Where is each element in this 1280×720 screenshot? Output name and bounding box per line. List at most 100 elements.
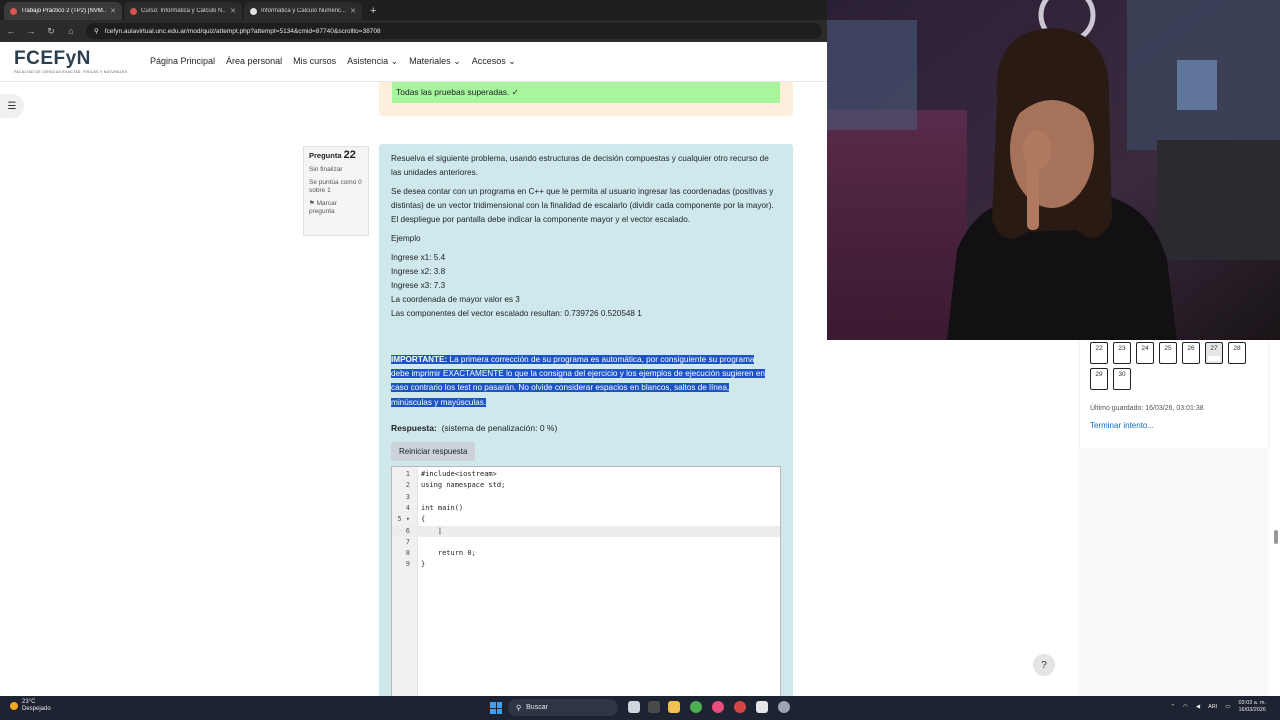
tab-label: Informática y Cálculo Numéric... [261,8,347,14]
back-icon[interactable]: ← [6,26,16,36]
line-number: 7 [405,537,410,546]
reset-answer-button[interactable]: Reiniciar respuesta [391,442,476,461]
weather-temp: 23°C [22,699,36,705]
important-notice: IMPORTANTE: La primera corrección de su … [391,353,769,410]
settings-icon[interactable] [778,701,790,713]
code-line[interactable]: 2 using namespace std; [392,480,780,491]
globe-favicon-icon [250,7,257,15]
line-number: 9 [405,560,410,569]
moodle-favicon-icon [130,7,137,15]
quiz-nav-button-26[interactable]: 26 [1182,342,1200,364]
chevron-up-icon[interactable]: ⌃ [1170,704,1175,710]
task-view-icon[interactable] [628,701,640,713]
new-tab-icon[interactable]: + [370,5,376,17]
clock[interactable]: 03:03 a. m. 16/03/2026 [1238,700,1266,714]
flag-question-link[interactable]: ⚑ Marcar pregunta [309,200,363,216]
wifi-icon[interactable]: ◠ [1183,704,1188,710]
code-line[interactable]: 9} [392,559,780,570]
webcam-image [827,0,1280,340]
code-line[interactable]: 8 return 0; [392,548,780,559]
finish-attempt-link[interactable]: Terminar intento... [1090,421,1154,430]
code-line[interactable]: 4 int main() [392,503,780,514]
close-icon[interactable]: ✕ [230,7,236,15]
weather-widget[interactable]: 23°C Despejado [10,699,51,713]
clock-time: 03:03 a. m. [1238,700,1266,706]
quiz-nav-button-28[interactable]: 28 [1228,342,1246,364]
tab-label: Trabajo Práctico 2 (TP2) [NVM... [21,8,107,14]
nav-pagina-principal[interactable]: Página Principal [150,56,215,67]
taskbar-search-label: Buscar [526,704,548,711]
close-icon[interactable]: ✕ [350,7,356,15]
code-text: return 0; [421,549,476,558]
url-bar[interactable]: ⚲ fcefyn.aulavirtual.unc.edu.ar/mod/quiz… [86,23,822,39]
example-line: Ingrese x3: 7.3 [391,281,446,290]
nav-area-personal[interactable]: Área personal [226,56,282,67]
question-info: Pregunta 22 Sin finalizar Se puntúa como… [303,146,369,236]
code-text: using namespace std; [421,481,506,490]
language-indicator[interactable]: ARI [1208,704,1217,710]
battery-icon[interactable]: ▭ [1225,704,1230,710]
important-label: IMPORTANTE: [391,355,448,364]
code-text: { [421,515,426,524]
os-taskbar: 23°C Despejado ⚲ Buscar ⌃ ◠ ◀ ARI ▭ 03:0… [0,696,1280,720]
app-icon[interactable] [712,701,724,713]
chrome-icon[interactable] [690,701,702,713]
example-line: Las componentes del vector escalado resu… [391,309,642,318]
reload-icon[interactable]: ↻ [46,26,56,37]
example-line: Ingrese x1: 5.4 [391,253,446,262]
app-icon[interactable] [734,701,746,713]
code-line[interactable]: 6 | [392,525,780,537]
quiz-nav-button-29[interactable]: 29 [1090,368,1108,390]
browser-tab-informatica[interactable]: Informática y Cálculo Numéric... ✕ [244,2,362,20]
line-number: 2 [405,481,410,490]
code-line[interactable]: 3 [392,492,780,503]
nav-asistencia[interactable]: Asistencia ⌄ [347,56,398,67]
penalty-text: (sistema de penalización: 0 %) [441,423,558,433]
quiz-nav-button-30[interactable]: 30 [1113,368,1131,390]
code-line[interactable]: 7 [392,537,780,548]
example-title: Ejemplo [391,234,421,243]
example-line: Ingrese x2: 3.8 [391,267,446,276]
taskbar-search[interactable]: ⚲ Buscar [508,699,618,716]
answer-label: Respuesta: [391,423,437,433]
home-icon[interactable]: ⌂ [66,26,76,36]
example-block: Ingrese x1: 5.4 Ingrese x2: 3.8 Ingrese … [391,251,781,321]
code-line[interactable]: 1 #include<iostream> [392,469,780,480]
tests-passed-banner: Todas las pruebas superadas. ✓ [392,82,780,103]
quiz-nav-grid: 22 23 24 25 26 27 28 29 30 [1090,342,1260,390]
line-number: 5 ▾ [397,515,410,524]
volume-icon[interactable]: ◀ [1196,704,1200,710]
forward-icon[interactable]: → [26,26,36,36]
windows-start-icon[interactable] [490,702,502,714]
file-explorer-icon[interactable] [668,701,680,713]
course-index-toggle-icon[interactable]: ☰ [0,94,24,118]
quiz-nav-button-25[interactable]: 25 [1159,342,1177,364]
quiz-nav-button-24[interactable]: 24 [1136,342,1154,364]
nav-accesos[interactable]: Accesos ⌄ [472,56,516,67]
code-line[interactable]: 5 ▾ { [392,514,780,525]
fcefyn-logo[interactable]: FCEFyN FACULTAD DE CIENCIAS EXACTAS, FÍS… [14,49,134,74]
scrollbar[interactable] [1274,530,1278,544]
quiz-navigation: 22 23 24 25 26 27 28 29 30 [1080,340,1268,448]
system-tray: ⌃ ◠ ◀ ARI ▭ 03:03 a. m. 16/03/2026 [1170,700,1266,714]
nav-materiales[interactable]: Materiales ⌄ [409,56,461,67]
code-editor[interactable]: 1 #include<iostream> 2 using namespace std;… [391,466,781,700]
weather-text: 23°C Despejado [22,699,51,713]
quiz-nav-button-22[interactable]: 22 [1090,342,1108,364]
browser-tab-tp2[interactable]: Trabajo Práctico 2 (TP2) [NVM... ✕ [4,2,122,20]
close-icon[interactable]: ✕ [110,7,116,15]
code-text: } [421,560,426,569]
main-nav: Página Principal Área personal Mis curso… [150,56,516,67]
site-info-icon[interactable]: ⚲ [94,27,99,35]
nav-mis-cursos[interactable]: Mis cursos [293,56,336,67]
quiz-nav-button-27[interactable]: 27 [1205,342,1223,364]
app-icon[interactable] [756,701,768,713]
question-number: Pregunta 22 [309,150,363,161]
quiz-nav-button-23[interactable]: 23 [1113,342,1131,364]
help-button[interactable]: ? [1033,654,1055,676]
browser-tabbar: Trabajo Práctico 2 (TP2) [NVM... ✕ Curso… [0,0,828,20]
browser-tab-curso[interactable]: Curso: Informática y Cálculo N... ✕ [124,2,242,20]
last-saved-text: Último guardado: 16/03/26, 03:01:38 [1090,405,1204,412]
widgets-icon[interactable] [648,701,660,713]
example-line: La coordenada de mayor valor es 3 [391,295,520,304]
